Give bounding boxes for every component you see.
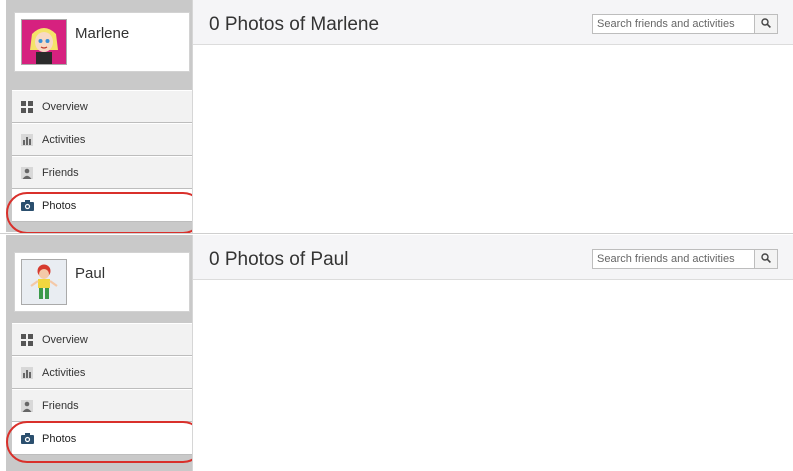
person-icon [20,399,34,413]
sidebar-item-friends[interactable]: Friends [12,389,198,422]
sidebar-item-label: Photos [42,432,77,445]
sidebar-item-label: Activities [42,366,86,379]
search-icon [761,15,771,33]
search-box [592,249,778,269]
avatar[interactable] [21,19,67,65]
search-box [592,14,778,34]
sidebar: Paul Overview Activities Friends Photos [6,235,198,471]
search-button[interactable] [755,14,778,34]
grid-icon [20,100,34,114]
sidebar-item-label: Activities [42,133,86,146]
sidebar-item-activities[interactable]: Activities [12,123,198,156]
sidebar-item-label: Photos [42,199,77,212]
sidebar-item-photos[interactable]: Photos [12,422,198,455]
bar-chart-icon [20,133,34,147]
camera-icon [20,432,34,446]
main-content: 0 Photos of Paul [192,235,793,471]
avatar[interactable] [21,259,67,305]
person-icon [20,166,34,180]
content-header: 0 Photos of Marlene [193,0,793,45]
sidebar-item-friends[interactable]: Friends [12,156,198,189]
profile-panel-marlene: Marlene Overview Activities Friends Phot… [0,0,793,233]
search-input[interactable] [592,249,755,269]
profile-card[interactable]: Paul [14,252,190,312]
sidebar-item-photos[interactable]: Photos [12,189,198,222]
panel-divider [0,233,793,234]
sidebar-item-label: Overview [42,333,88,346]
sidebar-item-label: Overview [42,100,88,113]
search-button[interactable] [755,249,778,269]
grid-icon [20,333,34,347]
sidebar-item-label: Friends [42,166,79,179]
profile-name[interactable]: Marlene [75,25,129,42]
sidebar-item-label: Friends [42,399,79,412]
search-icon [761,250,771,268]
page-title: 0 Photos of Paul [209,249,349,270]
sidebar-item-activities[interactable]: Activities [12,356,198,389]
sidebar-item-overview[interactable]: Overview [12,90,198,123]
content-header: 0 Photos of Paul [193,235,793,280]
camera-icon [20,199,34,213]
profile-name[interactable]: Paul [75,265,105,282]
sidebar-nav: Overview Activities Friends Photos [12,90,198,222]
sidebar-nav: Overview Activities Friends Photos [12,323,198,455]
profile-card[interactable]: Marlene [14,12,190,72]
page-title: 0 Photos of Marlene [209,14,380,35]
profile-panel-paul: Paul Overview Activities Friends Photos … [0,235,793,471]
sidebar-item-overview[interactable]: Overview [12,323,198,356]
sidebar: Marlene Overview Activities Friends Phot… [6,0,198,232]
main-content: 0 Photos of Marlene [192,0,793,233]
search-input[interactable] [592,14,755,34]
bar-chart-icon [20,366,34,380]
